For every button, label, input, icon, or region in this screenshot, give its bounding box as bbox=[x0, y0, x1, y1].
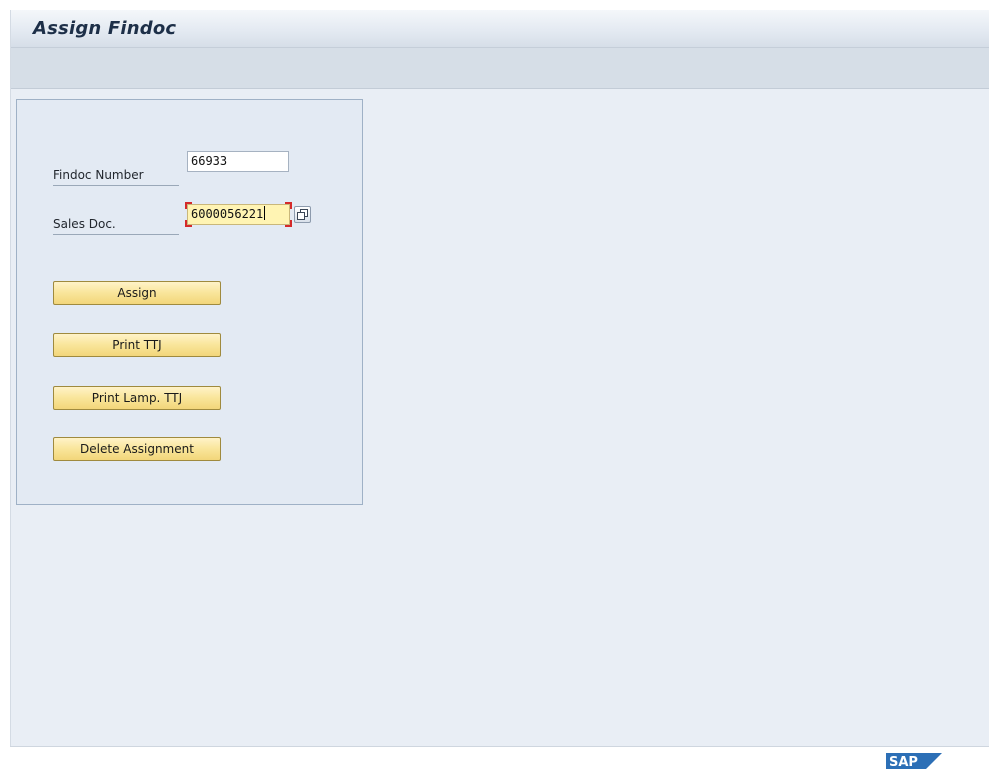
application-toolbar bbox=[11, 48, 989, 89]
sales-doc-input[interactable]: 6000056221 bbox=[185, 202, 292, 227]
page-title: Assign Findoc bbox=[33, 18, 177, 39]
findoc-number-input[interactable]: 66933 bbox=[187, 151, 289, 172]
focus-corner-bottom-right bbox=[285, 220, 292, 227]
sap-logo-text: SAP bbox=[889, 755, 918, 769]
print-ttj-button[interactable]: Print TTJ bbox=[53, 333, 221, 357]
sales-doc-value: 6000056221 bbox=[191, 207, 264, 221]
focus-corner-top-left bbox=[185, 202, 192, 209]
text-cursor bbox=[264, 206, 266, 220]
sales-doc-label: Sales Doc. bbox=[53, 217, 179, 235]
sap-logo-icon: SAP bbox=[886, 753, 942, 769]
assign-findoc-group-box: Findoc Number 66933 Sales Doc. 600005622… bbox=[16, 99, 363, 505]
title-bar: Assign Findoc bbox=[11, 10, 989, 48]
focus-corner-top-right bbox=[285, 202, 292, 209]
status-bar-divider bbox=[10, 746, 989, 747]
print-lamp-ttj-button[interactable]: Print Lamp. TTJ bbox=[53, 386, 221, 410]
focus-corner-bottom-left bbox=[185, 220, 192, 227]
value-help-button[interactable] bbox=[294, 206, 311, 223]
value-help-icon bbox=[297, 209, 308, 220]
findoc-number-label: Findoc Number bbox=[53, 168, 179, 186]
sap-window: Assign Findoc Findoc Number 66933 Sales … bbox=[10, 10, 989, 747]
assign-button[interactable]: Assign bbox=[53, 281, 221, 305]
delete-assignment-button[interactable]: Delete Assignment bbox=[53, 437, 221, 461]
